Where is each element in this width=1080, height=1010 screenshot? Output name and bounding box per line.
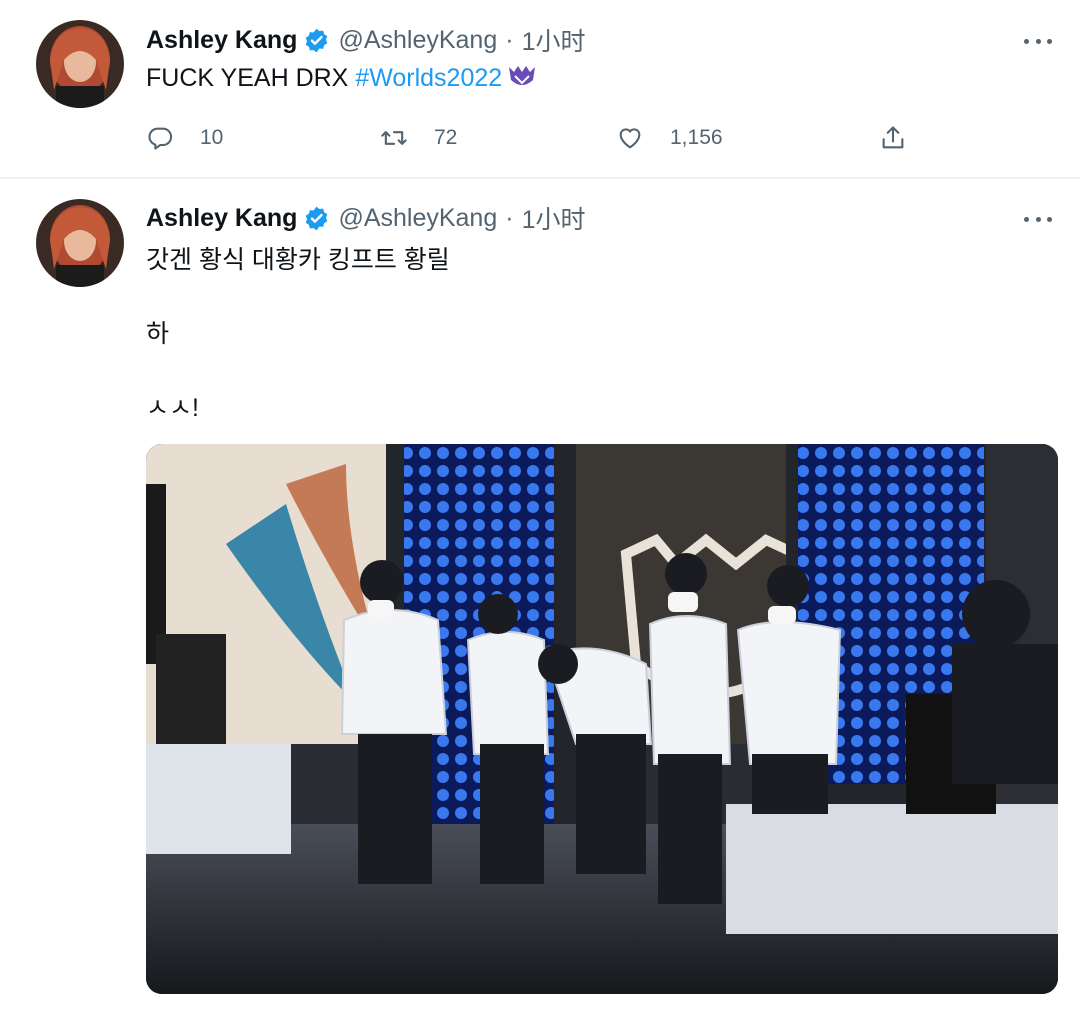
separator: · [505, 203, 514, 232]
tweet-text-line: 하 [146, 320, 170, 348]
hashtag-link[interactable]: #Worlds2022 [355, 64, 502, 92]
more-options-icon[interactable] [1024, 36, 1052, 46]
author-name[interactable]: Ashley Kang [146, 26, 297, 55]
like-icon [619, 128, 641, 149]
avatar[interactable] [36, 20, 124, 108]
retweet-button[interactable]: 72 [380, 120, 457, 156]
share-button[interactable] [879, 120, 907, 156]
like-count: 1,156 [670, 126, 723, 149]
tweet-media-photo[interactable] [146, 444, 1058, 994]
reply-count: 10 [200, 126, 224, 149]
author-handle[interactable]: @AshleyKang [338, 26, 497, 55]
avatar[interactable] [36, 199, 124, 287]
retweet-icon [381, 131, 407, 145]
author-handle[interactable]: @AshleyKang [338, 204, 497, 233]
verified-badge-icon [303, 205, 330, 232]
reply-icon [148, 127, 173, 150]
share-icon [882, 126, 904, 149]
timestamp[interactable]: 1小时 [522, 22, 586, 58]
tweet-text-line: ㅅㅅ! [146, 394, 199, 422]
more-options-icon[interactable] [1024, 214, 1052, 224]
tweet-actions: 10 72 1,156 [146, 120, 926, 156]
like-button[interactable]: 1,156 [616, 120, 723, 156]
tweet-text-body: FUCK YEAH DRX [146, 64, 356, 92]
reply-button[interactable]: 10 [146, 120, 223, 156]
stage-photo [146, 444, 1058, 994]
tweet-text-line: 갓겐 황식 대황카 킹프트 황릴 [146, 246, 450, 274]
tweet-header: Ashley Kang @AshleyKang · 1小时 [146, 22, 585, 58]
tweet-header: Ashley Kang @AshleyKang · 1小时 [146, 200, 585, 236]
separator: · [505, 25, 514, 54]
tweet-divider [0, 177, 1080, 179]
worlds-emblem-icon [506, 64, 538, 90]
retweet-count: 72 [434, 126, 458, 149]
verified-badge-icon [303, 27, 330, 54]
tweet[interactable]: Ashley Kang @AshleyKang · 1小时 갓겐 황식 대황카 … [0, 180, 1080, 1010]
timestamp[interactable]: 1小时 [522, 200, 586, 236]
tweet-text: FUCK YEAH DRX #Worlds2022 [146, 64, 538, 93]
author-name[interactable]: Ashley Kang [146, 204, 297, 233]
tweet[interactable]: Ashley Kang @AshleyKang · 1小时 FUCK YEAH … [0, 0, 1080, 178]
